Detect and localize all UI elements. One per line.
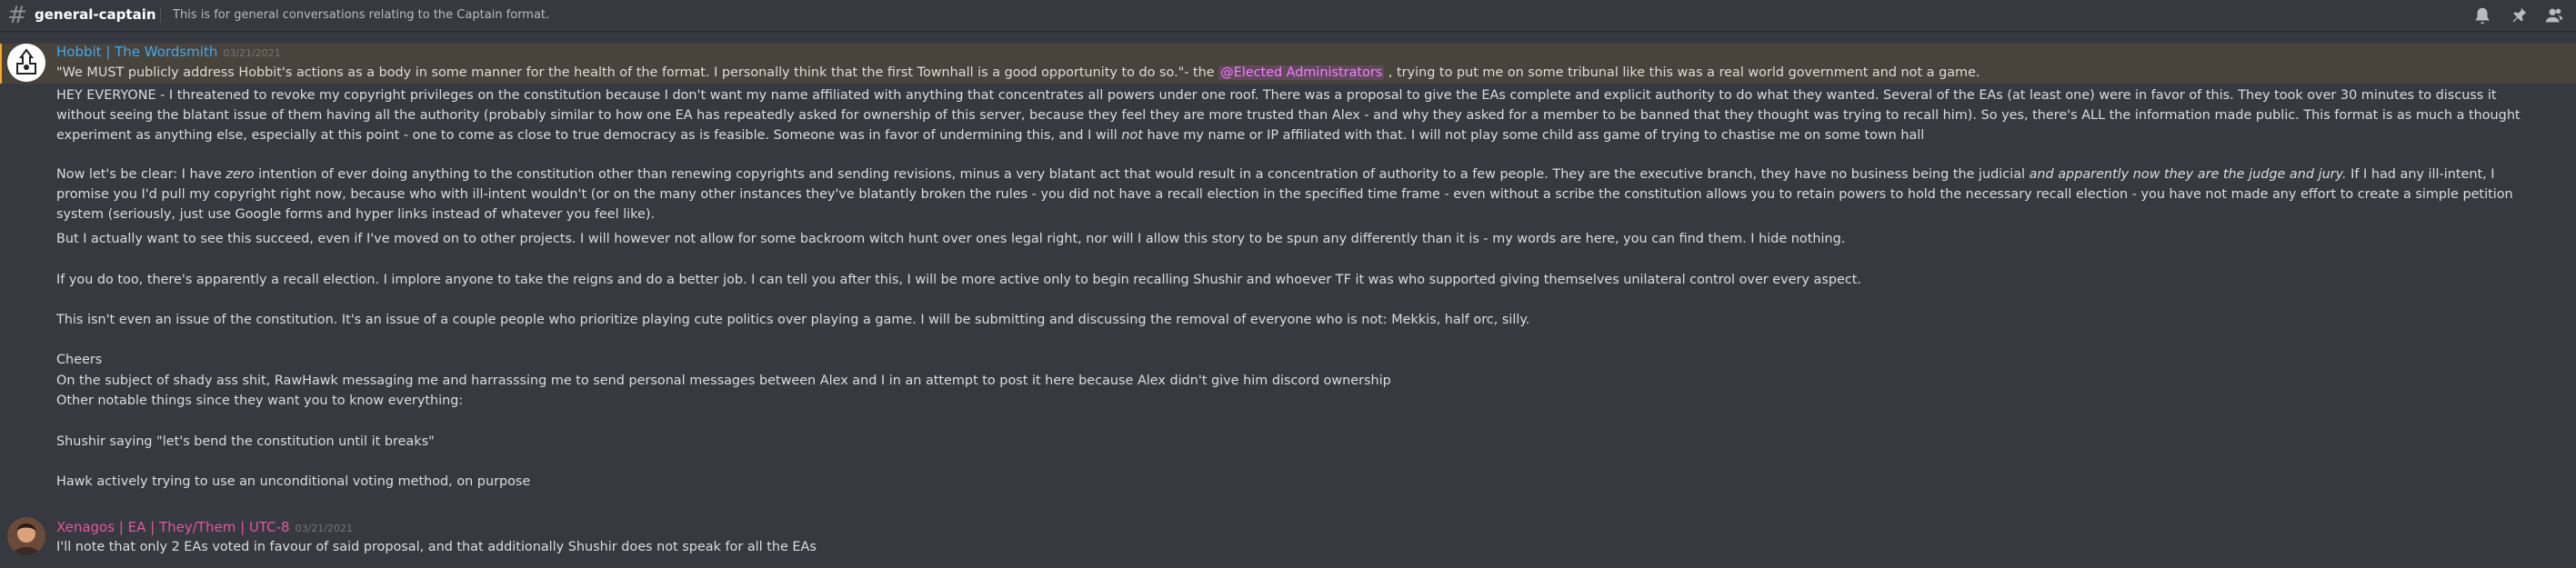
quote-text-after: , trying to put me on some tribunal like… [1384,65,1980,80]
p2-emphasis-2: and apparently now they are the judge an… [2029,167,2347,182]
message-paragraph-1: HEY EVERYONE - I threatened to revoke my… [56,85,2548,145]
quote-text: "We MUST publicly address Hobbit's actio… [56,65,1219,80]
author-line: Hobbit | The Wordsmith 03/21/2021 [56,44,281,60]
author-name[interactable]: Xenagos | EA | They/Them | UTC-8 [56,519,290,535]
p2-emphasis-1: zero [226,167,255,182]
message-paragraph-2: Now let's be clear: I have zero intentio… [56,164,2548,224]
message-paragraph-9: Shushir saying "let's bend the constitut… [56,434,435,449]
message-paragraph-8: Other notable things since they want you… [56,394,464,408]
message-paragraph-5: This isn't even an issue of the constitu… [56,313,1530,327]
header-divider [160,8,161,23]
channel-hash-icon: # [7,2,27,29]
quote-line: "We MUST publicly address Hobbit's actio… [56,64,1980,83]
message-group-xenagos[interactable]: Xenagos | EA | They/Them | UTC-8 03/21/20… [0,513,2576,568]
p1-emphasis: not [1121,128,1143,143]
pin-icon[interactable] [2509,5,2529,25]
message-paragraph-3: But I actually want to see this succeed,… [56,232,1846,246]
member-list-icon[interactable] [2544,5,2564,25]
message-paragraph-7: On the subject of shady ass shit, RawHaw… [56,374,1391,388]
timestamp[interactable]: 03/21/2021 [223,47,280,59]
channel-name: general-captain [35,6,156,23]
channel-header: # general-captain This is for general co… [0,0,2576,31]
message-paragraph-6: Cheers [56,353,103,367]
author-line: Xenagos | EA | They/Them | UTC-8 03/21/20… [56,519,353,535]
message-group-hobbit[interactable]: Hobbit | The Wordsmith 03/21/2021 "We MUS… [0,36,2576,509]
author-name[interactable]: Hobbit | The Wordsmith [56,44,217,60]
avatar[interactable] [7,44,45,82]
p1-text-end: have my name or IP affiliated with that.… [1142,128,1925,143]
message-text: I'll note that only 2 EAs voted in favou… [56,540,817,554]
p2-text-a: Now let's be clear: I have [56,167,226,182]
channel-topic[interactable]: This is for general conversations relati… [173,8,549,22]
role-mention[interactable]: @Elected Administrators [1218,65,1385,80]
p2-text-b: intention of ever doing anything to the … [254,167,2030,182]
avatar[interactable] [7,517,45,555]
bell-icon[interactable] [2472,5,2492,25]
message-paragraph-10: Hawk actively trying to use an unconditi… [56,474,531,489]
timestamp[interactable]: 03/21/2021 [296,523,353,534]
message-paragraph-4: If you do too, there's apparently a reca… [56,273,1861,287]
